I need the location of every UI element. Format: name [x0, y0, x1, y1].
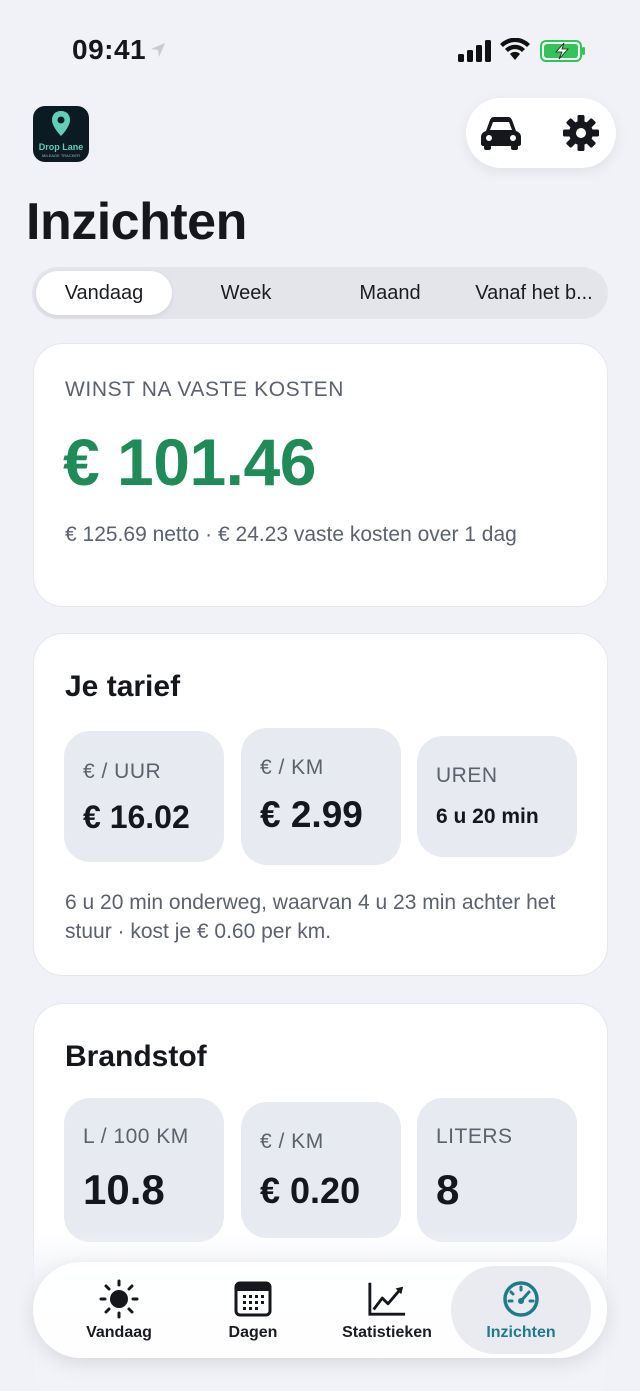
nav-item-inzichten[interactable]: Inzichten: [451, 1266, 591, 1354]
sun-icon: [99, 1279, 139, 1319]
tile-label: € / KM: [260, 1130, 324, 1153]
profit-value: € 101.46: [63, 425, 316, 499]
tab-maand[interactable]: Maand: [320, 271, 460, 315]
tile-value: 10.8: [83, 1166, 165, 1213]
rate-per-hour-tile: € / UUR € 16.02: [64, 731, 224, 862]
fuel-title: Brandstof: [65, 1040, 207, 1073]
rate-card: Je tarief € / UUR € 16.02 € / KM € 2.99 …: [33, 633, 608, 976]
fuel-consumption-tile: L / 100 KM 10.8: [64, 1098, 224, 1242]
nav-label: Dagen: [228, 1324, 278, 1341]
rate-hours-tile: UREN 6 u 20 min: [417, 736, 577, 857]
page-title: Inzichten: [26, 193, 247, 251]
battery-charging-icon: [540, 40, 585, 62]
settings-button[interactable]: [558, 110, 604, 156]
tab-week[interactable]: Week: [176, 271, 316, 315]
fuel-cost-per-km-tile: € / KM € 0.20: [241, 1102, 401, 1238]
app-logo-subtext: MILEAGE TRACKER: [42, 153, 80, 158]
nav-label: Vandaag: [86, 1324, 152, 1341]
profit-card: WINST NA VASTE KOSTEN € 101.46 € 125.69 …: [33, 343, 608, 607]
nav-label: Statistieken: [342, 1324, 432, 1341]
profit-description: € 125.69 netto · € 24.23 vaste kosten ov…: [65, 523, 517, 546]
app-logo: Drop Lane MILEAGE TRACKER: [33, 106, 89, 162]
tile-label: € / KM: [260, 756, 324, 779]
rate-per-km-tile: € / KM € 2.99: [241, 728, 401, 865]
calendar-icon: [234, 1281, 272, 1317]
wifi-icon: [500, 38, 530, 60]
tile-value: € 2.99: [260, 794, 363, 835]
speedometer-icon: [503, 1281, 539, 1317]
cellular-signal-icon: [458, 40, 491, 62]
rate-description: 6 u 20 min onderweg, waarvan 4 u 23 min …: [65, 891, 556, 943]
car-icon: [481, 117, 521, 150]
fuel-liters-tile: LITERS 8: [417, 1098, 577, 1242]
tile-label: UREN: [436, 764, 498, 787]
profit-label: WINST NA VASTE KOSTEN: [65, 378, 345, 401]
tab-vandaag[interactable]: Vandaag: [36, 271, 172, 315]
tile-label: L / 100 KM: [83, 1125, 189, 1148]
tile-label: € / UUR: [83, 760, 162, 783]
map-pin-icon: [52, 111, 70, 136]
tile-value: € 0.20: [260, 1170, 361, 1211]
status-bar: 09:41: [0, 0, 640, 100]
nav-item-dagen[interactable]: Dagen: [183, 1262, 323, 1358]
tile-value: 8: [436, 1166, 460, 1213]
header-actions: [466, 98, 616, 168]
status-time: 09:41: [72, 34, 147, 65]
rate-title: Je tarief: [65, 670, 181, 703]
tile-label: LITERS: [436, 1125, 513, 1148]
period-segmented-control: Vandaag Week Maand Vanaf het b...: [32, 267, 608, 319]
location-arrow-icon: [151, 43, 165, 57]
bottom-tab-bar: Vandaag Dagen Statistieken Inzichten: [33, 1262, 607, 1358]
tile-value: € 16.02: [83, 799, 190, 835]
chart-icon: [368, 1282, 406, 1316]
app-logo-text: Drop Lane: [38, 142, 84, 152]
tile-value: 6 u 20 min: [436, 805, 539, 828]
vehicle-button[interactable]: [478, 110, 524, 156]
tab-since-start[interactable]: Vanaf het b...: [464, 271, 604, 315]
gear-icon: [563, 115, 599, 151]
nav-item-vandaag[interactable]: Vandaag: [49, 1262, 189, 1358]
nav-item-statistieken[interactable]: Statistieken: [317, 1262, 457, 1358]
nav-label: Inzichten: [486, 1324, 556, 1341]
